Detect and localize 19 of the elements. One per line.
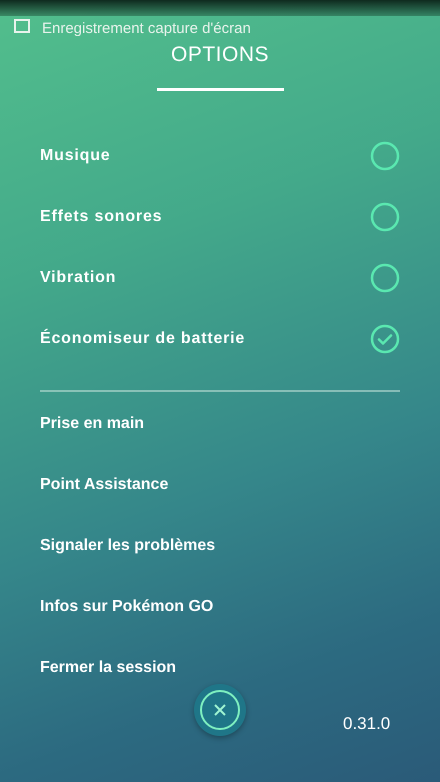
screenshot-icon bbox=[14, 19, 30, 33]
close-icon bbox=[199, 689, 241, 731]
menu-link[interactable]: Fermer la session bbox=[0, 656, 180, 680]
menu-link[interactable]: Point Assistance bbox=[0, 472, 172, 496]
empty-circle-icon[interactable] bbox=[370, 263, 400, 293]
menu-link[interactable]: Prise en main bbox=[0, 412, 148, 436]
menu-link[interactable]: Signaler les problèmes bbox=[0, 534, 220, 558]
notification-text: Enregistrement capture d'écran bbox=[42, 20, 251, 36]
option-label: Vibration bbox=[40, 268, 116, 288]
empty-circle-icon[interactable] bbox=[370, 202, 400, 232]
menu-link[interactable]: Infos sur Pokémon GO bbox=[0, 594, 218, 618]
option-label: Musique bbox=[40, 146, 110, 166]
page-title: OPTIONS bbox=[170, 42, 270, 68]
close-button[interactable] bbox=[194, 684, 246, 736]
checked-circle-icon[interactable] bbox=[370, 324, 400, 354]
version-number: 0.31.0 bbox=[343, 713, 390, 735]
option-label: Effets sonores bbox=[40, 207, 162, 227]
option-label: Économiseur de batterie bbox=[40, 328, 246, 349]
empty-circle-icon[interactable] bbox=[370, 141, 400, 171]
